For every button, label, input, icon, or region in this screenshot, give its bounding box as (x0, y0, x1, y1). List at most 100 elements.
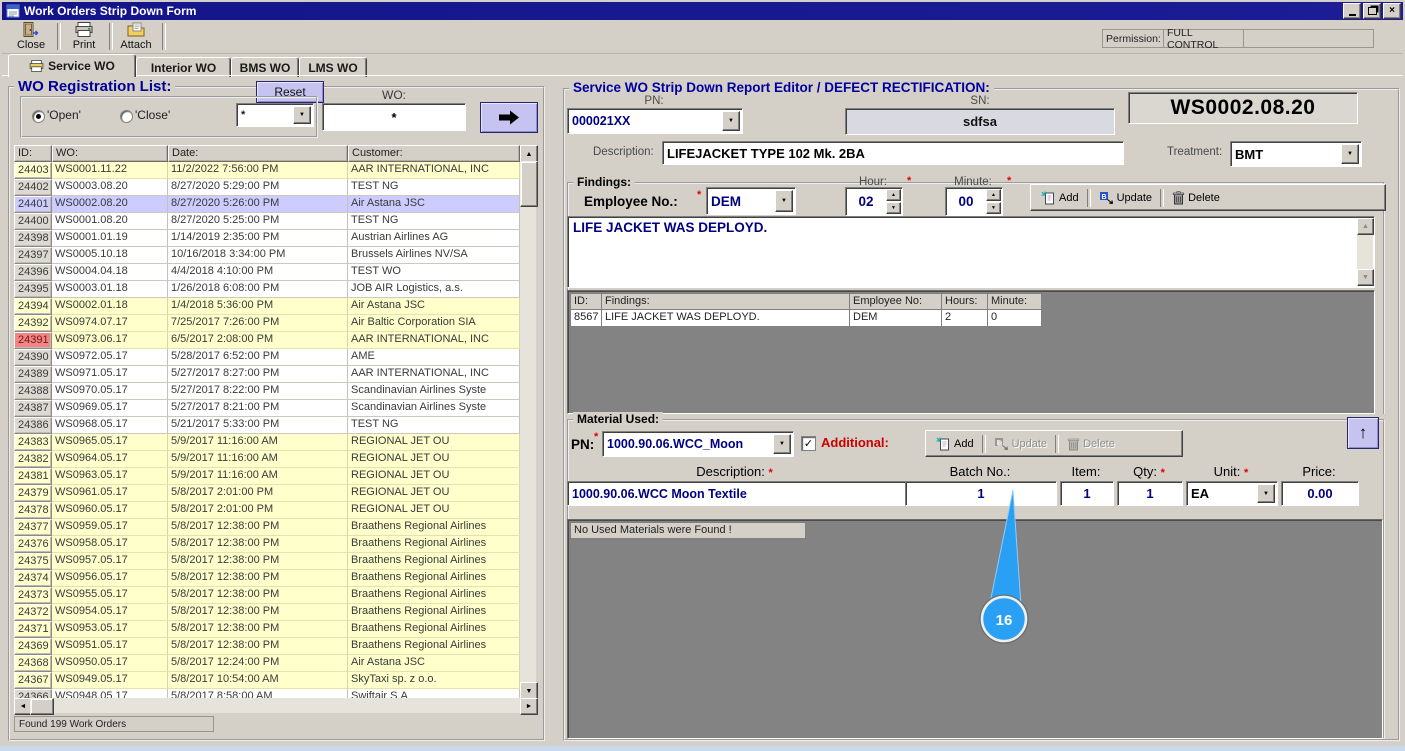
wo-table-row[interactable]: 24403WS0001.11.2211/2/2022 7:56:00 PMAAR… (14, 162, 520, 179)
print-button[interactable]: Print (61, 22, 107, 51)
column-header[interactable]: ID: (14, 145, 52, 162)
batch-field[interactable]: 1 (905, 481, 1057, 506)
wo-filter-combobox[interactable]: * ▼ (236, 103, 314, 127)
tab-interior-wo[interactable]: Interior WO (136, 57, 231, 77)
material-update-button[interactable]: B Update (988, 435, 1053, 453)
material-description-field[interactable]: 1000.90.06.WCC Moon Textile (567, 481, 912, 506)
findings-delete-button[interactable]: Delete (1166, 189, 1226, 207)
wo-table-row[interactable]: 24367WS0949.05.175/8/2017 10:54:00 AMSky… (14, 672, 520, 689)
scroll-down-icon[interactable]: ▼ (1357, 269, 1374, 286)
search-go-button[interactable] (480, 102, 538, 133)
wo-table-row[interactable]: 24372WS0954.05.175/8/2017 12:38:00 PMBra… (14, 604, 520, 621)
radio-open-label[interactable]: 'Open' (47, 108, 81, 122)
spin-down-icon[interactable]: ▼ (986, 202, 1001, 214)
vscroll-thumb[interactable] (520, 161, 538, 207)
wo-table-row[interactable]: 24386WS0968.05.175/21/2017 5:33:00 PMTES… (14, 417, 520, 434)
wo-table-row[interactable]: 24366WS0948.05.175/8/2017 8:58:00 AMSwif… (14, 689, 520, 698)
wo-table-row[interactable]: 24382WS0964.05.175/9/2017 11:16:00 AMREG… (14, 451, 520, 468)
wo-table-row[interactable]: 24381WS0963.05.175/9/2017 11:16:00 AMREG… (14, 468, 520, 485)
qty-field[interactable]: 1 (1117, 481, 1183, 506)
chevron-down-icon[interactable]: ▼ (775, 190, 793, 212)
findings-table-row[interactable]: 8567LIFE JACKET WAS DEPLOYD.DEM20 (570, 310, 1042, 327)
wo-table-row[interactable]: 24373WS0955.05.175/8/2017 12:38:00 PMBra… (14, 587, 520, 604)
radio-open[interactable] (32, 110, 45, 123)
wo-table-row[interactable]: 24376WS0958.05.175/8/2017 12:38:00 PMBra… (14, 536, 520, 553)
description-field[interactable]: LIFEJACKET TYPE 102 Mk. 2BA (662, 141, 1124, 165)
minute-spinner[interactable]: 00 ▲▼ (945, 187, 1003, 216)
spin-down-icon[interactable]: ▼ (886, 202, 901, 214)
material-pn-combobox[interactable]: 1000.90.06.WCC_Moon ▼ (602, 431, 794, 457)
wo-grid-vscrollbar[interactable]: ▲ ▼ (520, 145, 536, 698)
wo-table-row[interactable]: 24369WS0951.05.175/8/2017 12:38:00 PMBra… (14, 638, 520, 655)
column-header[interactable]: Customer: (348, 145, 520, 162)
radio-close[interactable] (120, 110, 133, 123)
unit-combobox[interactable]: EA ▼ (1186, 481, 1278, 506)
chevron-down-icon[interactable]: ▼ (1257, 484, 1275, 503)
findings-update-button[interactable]: B Update (1093, 189, 1158, 207)
tab-bms-wo[interactable]: BMS WO (231, 57, 299, 77)
spin-up-icon[interactable]: ▲ (886, 189, 901, 201)
column-header[interactable]: WO: (52, 145, 168, 162)
wo-table-row[interactable]: 24379WS0961.05.175/8/2017 2:01:00 PMREGI… (14, 485, 520, 502)
additional-checkbox[interactable]: ✓ (801, 436, 816, 451)
wo-table-row[interactable]: 24394WS0002.01.181/4/2018 5:36:00 PMAir … (14, 298, 520, 315)
tab-lms-wo[interactable]: LMS WO (299, 57, 367, 77)
wo-table-row[interactable]: 24374WS0956.05.175/8/2017 12:38:00 PMBra… (14, 570, 520, 587)
wo-table-row[interactable]: 24401WS0002.08.208/27/2020 5:26:00 PMAir… (14, 196, 520, 213)
column-header[interactable]: Hours: (942, 293, 988, 310)
wo-table-row[interactable]: 24383WS0965.05.175/9/2017 11:16:00 AMREG… (14, 434, 520, 451)
scroll-top-button[interactable]: ↑ (1347, 417, 1379, 449)
chevron-down-icon[interactable]: ▼ (722, 111, 740, 131)
column-header[interactable]: ID: (570, 293, 602, 310)
radio-close-label[interactable]: 'Close' (135, 108, 170, 122)
findings-add-button[interactable]: Add (1035, 189, 1085, 207)
chevron-down-icon[interactable]: ▼ (1341, 144, 1359, 164)
scroll-right-icon[interactable]: ► (520, 698, 538, 715)
treatment-combobox[interactable]: BMT ▼ (1230, 141, 1362, 167)
wo-table-row[interactable]: 24368WS0950.05.175/8/2017 12:24:00 PMAir… (14, 655, 520, 672)
wo-table-row[interactable]: 24377WS0959.05.175/8/2017 12:38:00 PMBra… (14, 519, 520, 536)
scroll-up-icon[interactable]: ▲ (1357, 218, 1374, 235)
wo-table-row[interactable]: 24400WS0001.08.208/27/2020 5:25:00 PMTES… (14, 213, 520, 230)
employee-no-combobox[interactable]: DEM ▼ (706, 187, 796, 215)
column-header[interactable]: Employee No: (850, 293, 942, 310)
price-field[interactable]: 0.00 (1281, 481, 1359, 506)
wo-table-row[interactable]: 24371WS0953.05.175/8/2017 12:38:00 PMBra… (14, 621, 520, 638)
sn-field[interactable]: sdfsa (845, 108, 1115, 135)
wo-table-row[interactable]: 24396WS0004.04.184/4/2018 4:10:00 PMTEST… (14, 264, 520, 281)
restore-button[interactable] (1363, 3, 1381, 19)
chevron-down-icon[interactable]: ▼ (293, 106, 311, 124)
column-header[interactable]: Findings: (602, 293, 850, 310)
wo-table-row[interactable]: 24387WS0969.05.175/27/2017 8:21:00 PMSca… (14, 400, 520, 417)
item-field[interactable]: 1 (1060, 481, 1114, 506)
material-delete-button[interactable]: Delete (1061, 435, 1121, 453)
pn-combobox[interactable]: 000021XX ▼ (567, 108, 743, 134)
wo-table-row[interactable]: 24391WS0973.06.176/5/2017 2:08:00 PMAAR … (14, 332, 520, 349)
wo-table-row[interactable]: 24397WS0005.10.1810/16/2018 3:34:00 PMBr… (14, 247, 520, 264)
hscroll-thumb[interactable] (30, 698, 54, 715)
findings-grid[interactable]: ID:Findings:Employee No:Hours:Minute: 85… (570, 293, 1042, 327)
tab-service-wo[interactable]: Service WO (8, 54, 136, 77)
wo-table-row[interactable]: 24398WS0001.01.191/14/2019 2:35:00 PMAus… (14, 230, 520, 247)
wo-grid-hscrollbar[interactable]: ◄ ► (14, 698, 536, 713)
column-header[interactable]: Minute: (988, 293, 1042, 310)
wo-table-row[interactable]: 24378WS0960.05.175/8/2017 2:01:00 PMREGI… (14, 502, 520, 519)
close-window-button[interactable]: × (1383, 3, 1401, 19)
wo-table-row[interactable]: 24389WS0971.05.175/27/2017 8:27:00 PMAAR… (14, 366, 520, 383)
spin-up-icon[interactable]: ▲ (986, 189, 1001, 201)
minimize-button[interactable] (1343, 3, 1361, 19)
wo-table-row[interactable]: 24395WS0003.01.181/26/2018 6:08:00 PMJOB… (14, 281, 520, 298)
findings-textarea-scrollbar[interactable]: ▲ ▼ (1357, 218, 1373, 284)
column-header[interactable]: Date: (168, 145, 348, 162)
wo-search-input[interactable]: * (322, 103, 466, 131)
wo-table-row[interactable]: 24388WS0970.05.175/27/2017 8:22:00 PMSca… (14, 383, 520, 400)
attach-button[interactable]: Attach (112, 22, 160, 51)
material-add-button[interactable]: Add (930, 435, 980, 453)
chevron-down-icon[interactable]: ▼ (773, 434, 791, 454)
wo-table-row[interactable]: 24375WS0957.05.175/8/2017 12:38:00 PMBra… (14, 553, 520, 570)
close-button[interactable]: Close (8, 22, 54, 51)
wo-table-row[interactable]: 24402WS0003.08.208/27/2020 5:29:00 PMTES… (14, 179, 520, 196)
hour-spinner[interactable]: 02 ▲▼ (845, 187, 903, 216)
wo-table-row[interactable]: 24390WS0972.05.175/28/2017 6:52:00 PMAME (14, 349, 520, 366)
findings-textarea[interactable]: LIFE JACKET WAS DEPLOYD. ▲ ▼ (567, 216, 1375, 288)
